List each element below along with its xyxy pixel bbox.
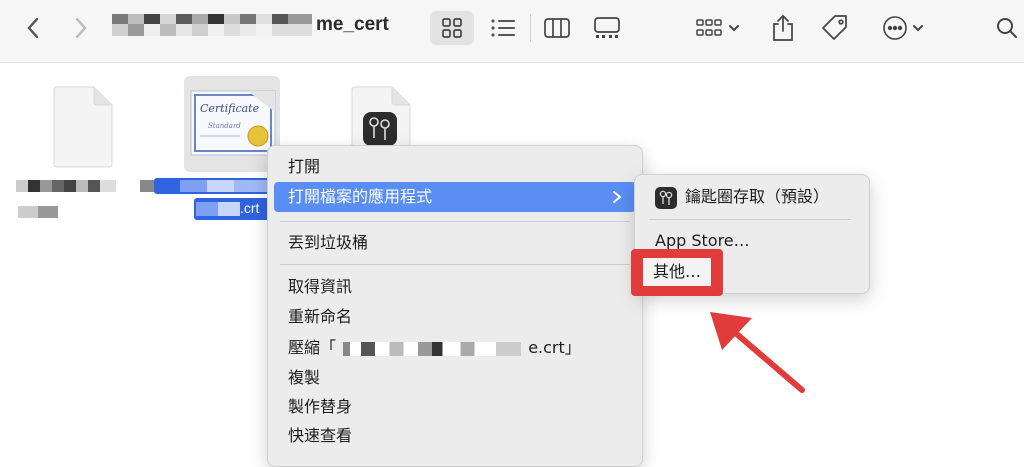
menu-item-get-info[interactable]: 取得資訊 (288, 274, 352, 300)
finder-toolbar: me_cert (0, 0, 1024, 63)
submenu-item-other-wrap: 其他… (643, 258, 711, 286)
file-name: .crt (240, 200, 260, 216)
menu-item-open[interactable]: 打開 (288, 154, 320, 180)
chevron-right-icon (613, 191, 622, 203)
menu-item-trash[interactable]: 丟到垃圾桶 (288, 230, 368, 256)
pixelated-filename (343, 341, 522, 356)
chevron-right-icon (75, 17, 87, 39)
menu-item-compress[interactable]: 壓縮「 e.crt」 (288, 335, 618, 361)
annotation-arrow-icon (710, 312, 805, 393)
menu-item-quick-look[interactable]: 快速查看 (288, 423, 352, 449)
tag-icon (822, 15, 847, 40)
chevron-left-icon (27, 17, 39, 39)
back-button[interactable] (22, 16, 44, 40)
pixelated-filename (196, 202, 240, 216)
certificate-icon: Certificate Standard (190, 90, 276, 156)
toolbar-divider (530, 14, 531, 42)
gallery-view-button[interactable] (590, 11, 624, 45)
submenu-item-other[interactable]: 其他… (653, 260, 701, 284)
file-keychain[interactable] (340, 80, 420, 156)
menu-item-label: 壓縮「 (288, 338, 337, 357)
svg-text:Standard: Standard (208, 122, 241, 130)
pixelated-filename (18, 206, 58, 218)
context-menu: 打開 打開檔案的應用程式 丟到垃圾桶 取得資訊 重新命名 壓縮「 e.crt」 … (267, 145, 643, 467)
share-icon (773, 14, 793, 41)
menu-item-label: e.crt」 (528, 338, 581, 357)
submenu-item-keychain[interactable]: 鑰匙圈存取（預設） (685, 185, 829, 209)
list-view-button[interactable] (486, 11, 520, 45)
grid-view-icon (442, 18, 462, 38)
tag-button[interactable] (818, 12, 852, 44)
menu-item-label: 打開檔案的應用程式 (288, 187, 433, 206)
group-by-button[interactable] (692, 11, 744, 45)
chevron-down-icon (729, 25, 739, 32)
annotation-highlight-box: 其他… (631, 249, 723, 296)
submenu-separator (649, 219, 851, 220)
blank-document-icon (53, 86, 113, 168)
pixelated-filename (16, 180, 116, 192)
menu-separator (280, 264, 630, 265)
search-button[interactable] (994, 14, 1020, 42)
grid-view-button[interactable] (430, 11, 474, 45)
forward-button[interactable] (70, 16, 92, 40)
file-ca-bundle[interactable] (16, 80, 156, 230)
share-button[interactable] (768, 10, 798, 46)
menu-item-open-with[interactable]: 打開檔案的應用程式 (274, 182, 636, 212)
window-title: me_cert (316, 14, 389, 35)
column-view-button[interactable] (540, 11, 574, 45)
column-view-icon (544, 18, 570, 38)
group-icon (696, 19, 722, 36)
more-actions-button[interactable] (878, 12, 928, 44)
menu-item-duplicate[interactable]: 複製 (288, 365, 320, 391)
menu-item-make-alias[interactable]: 製作替身 (288, 394, 352, 420)
svg-text:Certificate: Certificate (200, 102, 260, 115)
search-icon (997, 18, 1017, 38)
pixelated-filename (180, 180, 270, 192)
menu-separator (280, 221, 630, 222)
menu-item-rename[interactable]: 重新命名 (288, 304, 352, 330)
keychain-app-icon (655, 187, 677, 209)
more-icon (883, 16, 907, 40)
list-view-icon (491, 19, 515, 37)
chevron-down-icon (913, 25, 923, 32)
gallery-view-icon (594, 17, 620, 38)
